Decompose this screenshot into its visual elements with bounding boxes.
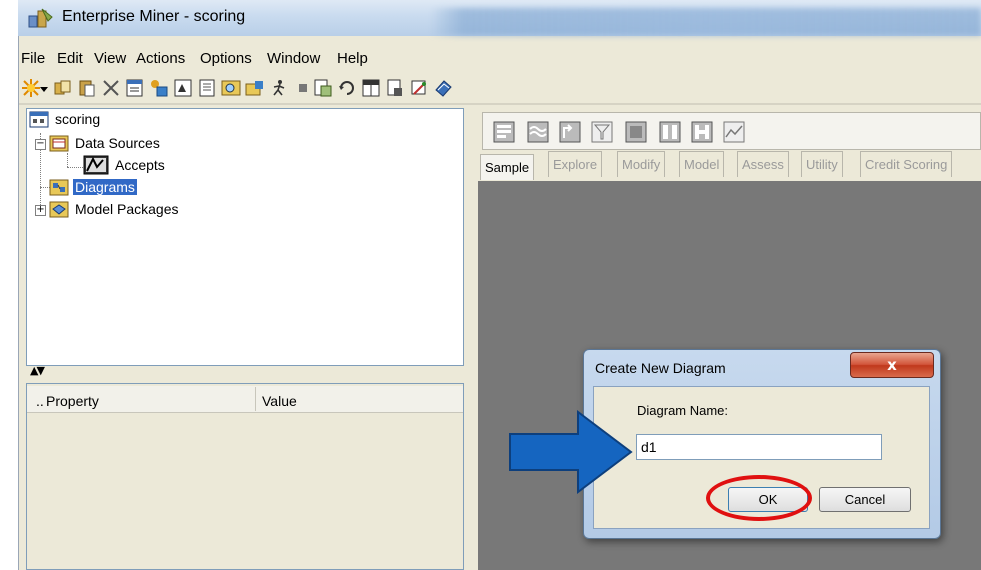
column-header-value[interactable]: Value xyxy=(262,393,297,409)
title-bar-blur xyxy=(430,8,981,36)
open-icon[interactable] xyxy=(245,78,265,98)
append-node-icon[interactable] xyxy=(625,121,647,143)
vertical-splitter[interactable] xyxy=(464,108,476,570)
model-packages-icon xyxy=(49,201,69,217)
menu-bar: File Edit View Actions Options Window He… xyxy=(19,46,981,72)
tree-connector xyxy=(67,167,83,168)
menu-edit[interactable]: Edit xyxy=(57,50,83,67)
run-icon[interactable] xyxy=(269,78,289,98)
column-separator[interactable] xyxy=(255,387,256,411)
column-header-property[interactable]: Property xyxy=(46,393,99,409)
new-icon[interactable] xyxy=(21,78,41,98)
input-data-node-icon[interactable] xyxy=(493,121,515,143)
partition-node-icon[interactable] xyxy=(559,121,581,143)
project-tree-panel: scoring − Data Sources Accepts Diagrams … xyxy=(26,108,464,366)
cancel-button[interactable]: Cancel xyxy=(819,487,911,512)
ok-button[interactable]: OK xyxy=(728,487,808,512)
diagrams-icon xyxy=(49,179,69,195)
diagram-name-label: Diagram Name: xyxy=(637,403,729,418)
copy-icon[interactable] xyxy=(53,78,73,98)
window-title: Enterprise Miner - scoring xyxy=(62,8,246,25)
node-toolbar xyxy=(482,112,981,150)
node-tab-strip: Sample Explore Modify Model Assess Utili… xyxy=(478,151,981,181)
merge-node-icon[interactable] xyxy=(659,121,681,143)
column-dots[interactable]: .. xyxy=(36,393,44,409)
tab-modify[interactable]: Modify xyxy=(617,151,666,177)
library-icon[interactable] xyxy=(197,78,217,98)
tree-label-diagrams: Diagrams xyxy=(73,179,137,195)
report-icon[interactable] xyxy=(385,78,405,98)
tree-item-data-sources[interactable]: Data Sources xyxy=(49,133,162,153)
grid-icon[interactable] xyxy=(361,78,381,98)
stop-icon[interactable] xyxy=(293,78,313,98)
tab-model[interactable]: Model xyxy=(679,151,725,177)
data-sources-icon xyxy=(49,135,69,151)
sample-node-icon[interactable] xyxy=(527,121,549,143)
project-icon xyxy=(29,111,49,127)
refresh-icon[interactable] xyxy=(337,78,357,98)
tree-label-model-packages: Model Packages xyxy=(75,201,179,217)
results-icon[interactable] xyxy=(313,78,333,98)
menu-window[interactable]: Window xyxy=(267,50,320,67)
tree-item-scoring[interactable]: scoring xyxy=(29,109,102,129)
data-table-icon xyxy=(83,155,109,175)
chart-node-icon[interactable] xyxy=(723,121,745,143)
tab-explore[interactable]: Explore xyxy=(548,151,603,177)
dialog-title: Create New Diagram xyxy=(595,360,726,376)
menu-view[interactable]: View xyxy=(94,50,126,67)
menu-actions[interactable]: Actions xyxy=(136,50,185,67)
menu-file[interactable]: File xyxy=(21,50,45,67)
time-series-node-icon[interactable] xyxy=(691,121,713,143)
collapse-toggle[interactable]: − xyxy=(35,139,46,150)
import-icon[interactable] xyxy=(173,78,193,98)
tree-label-data-sources: Data Sources xyxy=(75,135,160,151)
tab-credit-scoring[interactable]: Credit Scoring xyxy=(860,151,953,177)
dropdown-icon[interactable] xyxy=(39,78,49,98)
tab-assess[interactable]: Assess xyxy=(737,151,789,177)
expand-toggle[interactable]: + xyxy=(35,205,46,216)
paste-icon[interactable] xyxy=(77,78,97,98)
menu-options[interactable]: Options xyxy=(200,50,252,67)
tree-item-model-packages[interactable]: Model Packages xyxy=(49,199,181,219)
tree-label-accepts: Accepts xyxy=(115,157,165,173)
wand-icon[interactable] xyxy=(409,78,429,98)
tree-item-accepts[interactable]: Accepts xyxy=(83,155,167,175)
tab-sample[interactable]: Sample xyxy=(480,154,535,180)
menu-help[interactable]: Help xyxy=(337,50,368,67)
delete-icon[interactable] xyxy=(101,78,121,98)
tree-item-diagrams[interactable]: Diagrams xyxy=(49,177,137,197)
tree-label-scoring: scoring xyxy=(55,111,101,127)
notes-icon[interactable] xyxy=(125,78,145,98)
explore-icon[interactable] xyxy=(221,78,241,98)
toolbar-divider xyxy=(19,103,981,105)
help-book-icon[interactable] xyxy=(433,78,453,98)
tab-utility[interactable]: Utility xyxy=(801,151,843,177)
diagram-name-input[interactable] xyxy=(636,434,882,460)
enterprise-miner-app-icon xyxy=(28,8,53,28)
dialog-close-button[interactable]: x xyxy=(850,352,934,378)
data-icon[interactable] xyxy=(149,78,169,98)
annotation-arrow-icon xyxy=(509,410,633,494)
filter-node-icon[interactable] xyxy=(591,121,613,143)
tree-connector xyxy=(67,153,68,167)
splitter-arrows-icon[interactable]: ▲▼ xyxy=(30,364,45,377)
main-toolbar xyxy=(19,74,981,102)
panel-splitter[interactable] xyxy=(26,366,464,378)
